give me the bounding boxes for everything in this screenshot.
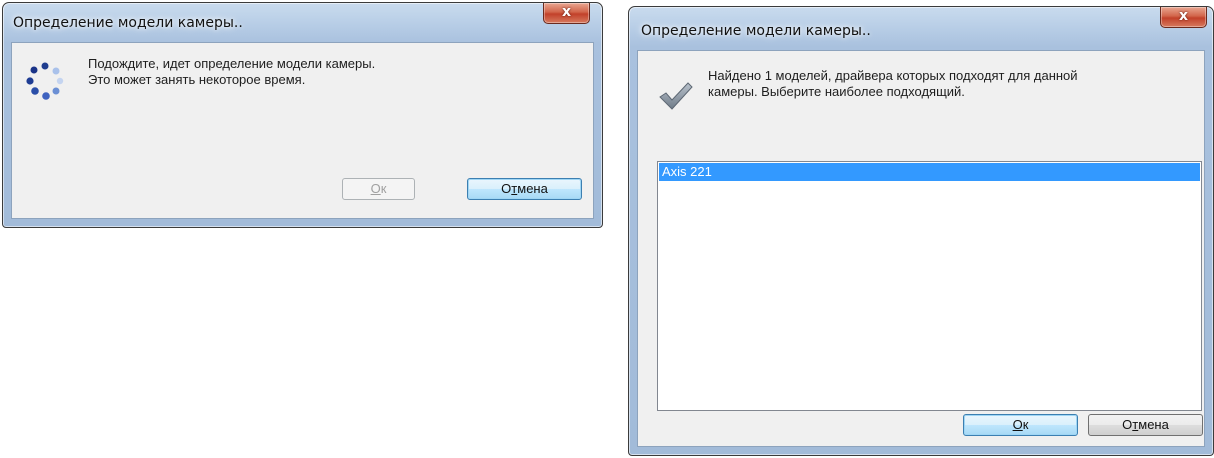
ok-button[interactable]: Ок [342, 178, 415, 200]
ok-button[interactable]: Ок [963, 414, 1078, 436]
title-bar[interactable]: Определение модели камеры.. x [3, 3, 602, 43]
dialog-body: Подождите, идет определение модели камер… [11, 42, 594, 219]
checkmark-icon [659, 82, 693, 110]
found-dialog: Определение модели камеры.. x Найдено 1 … [628, 6, 1214, 456]
cancel-button[interactable]: Отмена [467, 178, 582, 200]
close-button[interactable]: x [1160, 7, 1207, 28]
title-bar[interactable]: Определение модели камеры.. x [629, 7, 1213, 47]
message-line-2: Это может занять некоторое время. [88, 72, 306, 87]
close-icon: x [561, 4, 572, 20]
model-list[interactable]: Axis 221 [657, 161, 1202, 411]
detecting-dialog: Определение модели камеры.. x Подождите,… [2, 2, 603, 228]
busy-spinner-icon [26, 62, 64, 100]
dialog-title: Определение модели камеры.. [13, 15, 243, 31]
cancel-button[interactable]: Отмена [1088, 414, 1203, 436]
message-line-1: Найдено 1 моделей, драйвера которых подх… [708, 68, 1078, 83]
message-line-2: камеры. Выберите наиболее подходящий. [708, 84, 965, 99]
message-line-1: Подождите, идет определение модели камер… [88, 56, 376, 71]
close-icon: x [1178, 8, 1189, 24]
close-button[interactable]: x [543, 3, 590, 24]
dialog-title: Определение модели камеры.. [641, 23, 871, 39]
list-item[interactable]: Axis 221 [659, 163, 1200, 181]
dialog-body: Найдено 1 моделей, драйвера которых подх… [637, 50, 1205, 447]
